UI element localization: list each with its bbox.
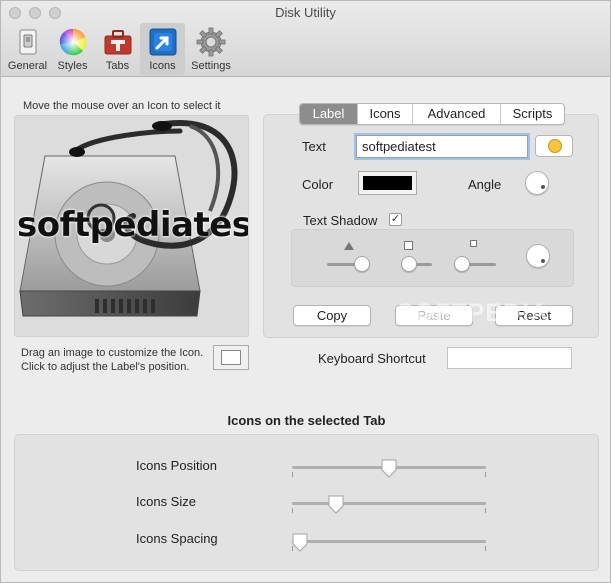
color-wheel-icon xyxy=(58,27,88,57)
icons-spacing-ticks xyxy=(292,546,486,552)
smiley-icon xyxy=(548,139,562,153)
toolbar-settings-label: Settings xyxy=(191,60,231,72)
drag-image-hint-line2: Click to adjust the Label's position. xyxy=(21,361,190,373)
icons-arrow-icon xyxy=(148,27,178,57)
toolbar-settings[interactable]: Settings xyxy=(185,23,237,75)
general-icon xyxy=(13,27,43,57)
icons-size-ticks xyxy=(292,508,486,514)
shadow-opacity-thumb[interactable] xyxy=(354,256,370,272)
icons-position-thumb[interactable] xyxy=(381,459,397,478)
label-panel-tabs: Label Icons Advanced Scripts xyxy=(299,103,565,125)
icons-position-label: Icons Position xyxy=(136,458,217,473)
shadow-controls xyxy=(291,229,574,287)
angle-knob[interactable] xyxy=(525,171,549,195)
tab-scripts[interactable]: Scripts xyxy=(501,104,564,124)
angle-knob-dot xyxy=(541,185,545,189)
shadow-offset-x-icon xyxy=(404,241,413,250)
label-text-field[interactable]: softpediatest xyxy=(356,135,528,158)
angle-label: Angle xyxy=(468,177,502,192)
toolbar-tabs-label: Tabs xyxy=(105,60,130,72)
shadow-opacity-icon xyxy=(344,242,354,250)
toolbar-styles-label: Styles xyxy=(57,60,88,72)
label-color-well[interactable] xyxy=(358,171,417,195)
text-label: Text xyxy=(302,139,326,154)
shadow-offset-y-thumb[interactable] xyxy=(454,256,470,272)
text-shadow-label: Text Shadow xyxy=(303,213,378,228)
preferences-window: Disk Utility General Styles Tabs Icons S… xyxy=(0,0,611,583)
image-well-inner xyxy=(221,350,241,365)
toolbar: General Styles Tabs Icons Settings xyxy=(5,23,237,75)
keyboard-shortcut-field[interactable] xyxy=(447,347,572,369)
copy-button[interactable]: Copy xyxy=(293,305,371,326)
tab-icons[interactable]: Icons xyxy=(358,104,413,124)
tabs-toolbox-icon xyxy=(103,27,133,57)
toolbar-general-label: General xyxy=(7,60,48,72)
toolbar-tabs[interactable]: Tabs xyxy=(95,23,140,75)
toolbar-icons[interactable]: Icons xyxy=(140,23,185,75)
keyboard-shortcut-label: Keyboard Shortcut xyxy=(318,351,426,366)
drag-image-hint: Drag an image to customize the Icon. Cli… xyxy=(21,346,203,374)
text-shadow-checkbox[interactable]: ✓ xyxy=(389,213,402,226)
shadow-angle-dot xyxy=(541,259,545,263)
shadow-offset-y-icon xyxy=(470,240,477,247)
reset-button[interactable]: Reset xyxy=(495,305,573,326)
drag-image-hint-line1: Drag an image to customize the Icon. xyxy=(21,347,204,359)
gear-icon xyxy=(196,27,226,57)
icons-spacing-label: Icons Spacing xyxy=(136,531,218,546)
color-label: Color xyxy=(302,177,334,192)
icons-size-thumb[interactable] xyxy=(328,495,344,514)
title-bar: Disk Utility General Styles Tabs Icons S… xyxy=(1,1,610,77)
custom-image-well[interactable] xyxy=(213,345,249,370)
window-title: Disk Utility xyxy=(275,5,336,20)
tab-advanced[interactable]: Advanced xyxy=(413,104,501,124)
icon-label-preview[interactable]: softpediatest xyxy=(17,205,248,245)
icons-size-label: Icons Size xyxy=(136,494,196,509)
tab-label[interactable]: Label xyxy=(300,104,358,124)
toolbar-general[interactable]: General xyxy=(5,23,50,75)
emoji-button[interactable] xyxy=(535,135,573,157)
icons-spacing-thumb[interactable] xyxy=(292,533,308,552)
tab-icons-section-title: Icons on the selected Tab xyxy=(227,413,386,428)
toolbar-styles[interactable]: Styles xyxy=(50,23,95,75)
icons-spacing-track[interactable] xyxy=(292,540,486,543)
shadow-offset-x-thumb[interactable] xyxy=(401,256,417,272)
icon-hint-text: Move the mouse over an Icon to select it xyxy=(23,100,221,112)
color-swatch xyxy=(363,176,412,190)
toolbar-icons-label: Icons xyxy=(149,60,176,72)
icon-preview-well[interactable]: softpediatest xyxy=(14,115,249,337)
shadow-angle-knob[interactable] xyxy=(526,244,550,268)
paste-button[interactable]: Paste xyxy=(395,305,473,326)
icons-size-track[interactable] xyxy=(292,502,486,505)
